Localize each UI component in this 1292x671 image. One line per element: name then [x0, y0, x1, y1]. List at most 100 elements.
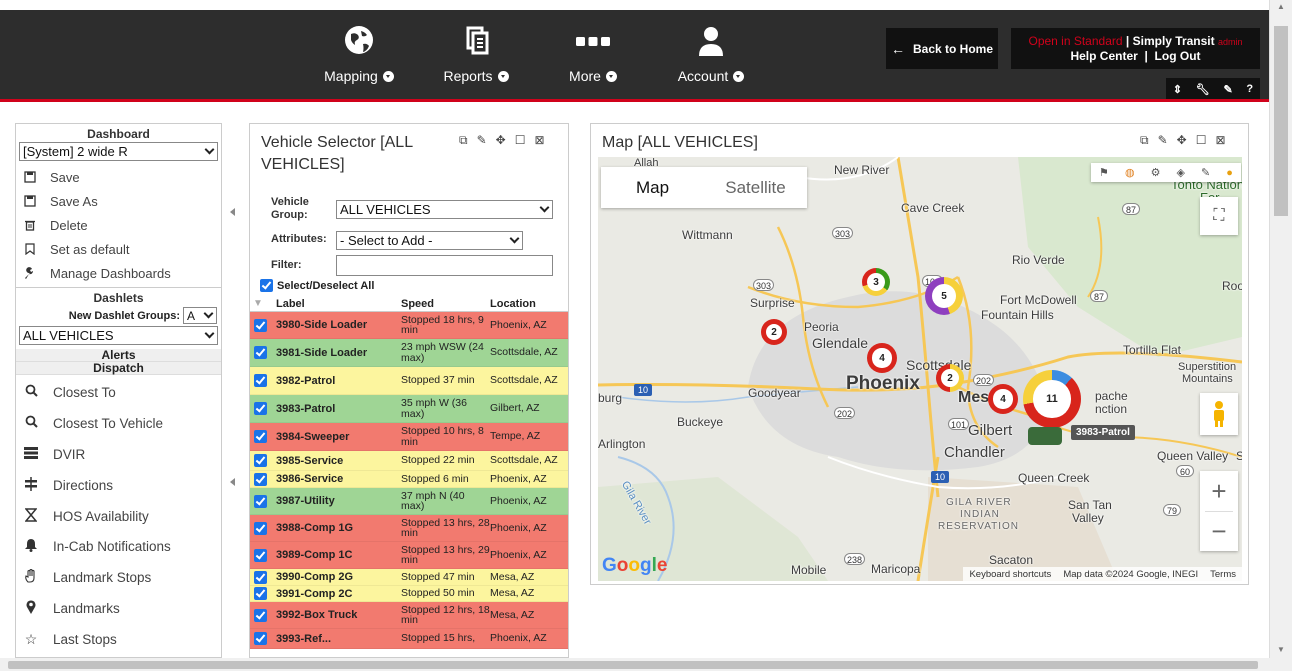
flag-icon[interactable]: ⚑	[1099, 166, 1109, 179]
dashlet-directions[interactable]: Directions	[16, 470, 221, 501]
column-speed[interactable]: Speed	[401, 298, 490, 310]
dashlet-landmark-stops[interactable]: Landmark Stops	[16, 562, 221, 593]
dashlet-dvir[interactable]: DVIR	[16, 439, 221, 470]
logout-link[interactable]: Log Out	[1155, 49, 1201, 63]
row-checkbox[interactable]	[254, 402, 267, 415]
help-center-link[interactable]: Help Center	[1070, 49, 1137, 63]
scroll-down-icon[interactable]: ▼	[1277, 645, 1285, 654]
dashlet-hos-availability[interactable]: HOS Availability	[16, 501, 221, 532]
row-checkbox-cell[interactable]	[250, 346, 276, 359]
row-checkbox[interactable]	[254, 346, 267, 359]
move-icon[interactable]: ✥	[1177, 133, 1187, 148]
map-type-satellite-button[interactable]: Satellite	[704, 167, 807, 208]
table-row[interactable]: 3991-Comp 2C Stopped 50 min Mesa, AZ	[250, 586, 568, 602]
filter-input[interactable]	[336, 255, 553, 276]
row-checkbox-cell[interactable]	[250, 632, 276, 645]
row-checkbox[interactable]	[254, 374, 267, 387]
table-row[interactable]: 3990-Comp 2G Stopped 47 min Mesa, AZ	[250, 569, 568, 586]
save-as-button[interactable]: Save As	[16, 189, 221, 213]
row-checkbox-cell[interactable]	[250, 570, 276, 584]
table-row[interactable]: 3986-Service Stopped 6 min Phoenix, AZ	[250, 471, 568, 488]
select-all-checkbox[interactable]	[260, 279, 273, 292]
zoom-in-button[interactable]: +	[1211, 471, 1226, 511]
manage-dashboards-button[interactable]: Manage Dashboards	[16, 261, 221, 285]
row-checkbox-cell[interactable]	[250, 402, 276, 415]
sort-icon[interactable]: ⇕	[1173, 83, 1182, 96]
table-row[interactable]: 3983-Patrol 35 mph W (36 max) Gilbert, AZ	[250, 395, 568, 423]
vehicle-cluster[interactable]: 3	[862, 268, 890, 296]
dashlet-closest-to-vehicle[interactable]: Closest To Vehicle	[16, 408, 221, 439]
dashlet-landmarks[interactable]: Landmarks	[16, 593, 221, 624]
vehicles-select[interactable]: ALL VEHICLES	[19, 326, 218, 345]
save-button[interactable]: Save	[16, 165, 221, 189]
fullscreen-button[interactable]: ⛶	[1200, 197, 1238, 235]
scroll-up-icon[interactable]: ▲	[1277, 2, 1285, 11]
delete-button[interactable]: Delete	[16, 213, 221, 237]
row-checkbox[interactable]	[254, 521, 267, 535]
dashlet-last-stops[interactable]: ☆ Last Stops	[16, 624, 221, 655]
donut-icon[interactable]: ◍	[1125, 166, 1135, 179]
vehicle-group-select[interactable]: ALL VEHICLES	[336, 200, 553, 219]
wrench-icon[interactable]: 🔧︎	[1196, 83, 1210, 96]
row-checkbox[interactable]	[254, 608, 267, 622]
close-icon[interactable]: ⊠	[1215, 133, 1225, 148]
target-icon[interactable]: ◈	[1177, 166, 1185, 179]
table-row[interactable]: 3982-Patrol Stopped 37 min Scottsdale, AZ	[250, 367, 568, 395]
pencil-icon[interactable]: ✎	[1223, 83, 1232, 96]
select-all-row[interactable]: Select/Deselect All	[260, 279, 374, 292]
row-checkbox-cell[interactable]	[250, 608, 276, 622]
table-row[interactable]: 3987-Utility 37 mph N (40 max) Phoenix, AZ	[250, 488, 568, 515]
row-checkbox[interactable]	[254, 632, 267, 645]
row-checkbox[interactable]	[254, 318, 267, 332]
vehicle-cluster[interactable]: 4	[867, 343, 897, 373]
row-checkbox[interactable]	[254, 454, 267, 467]
row-checkbox[interactable]	[254, 570, 267, 584]
filter-icon[interactable]: ▼	[250, 298, 276, 309]
column-location[interactable]: Location	[490, 298, 564, 310]
table-row[interactable]: 3992-Box Truck Stopped 12 hrs, 18 min Mesa…	[250, 602, 568, 629]
maximize-icon[interactable]: ☐	[515, 133, 526, 148]
row-checkbox[interactable]	[254, 587, 267, 600]
map-type-map-button[interactable]: Map	[601, 167, 704, 208]
row-checkbox[interactable]	[254, 494, 267, 508]
set-default-button[interactable]: Set as default	[16, 237, 221, 261]
table-row[interactable]: 3988-Comp 1G Stopped 13 hrs, 28 min Phoeni…	[250, 515, 568, 542]
table-row[interactable]: 3981-Side Loader 23 mph WSW (24 max) Scott…	[250, 339, 568, 367]
row-checkbox-cell[interactable]	[250, 548, 276, 562]
zoom-out-button[interactable]: −	[1211, 512, 1226, 551]
move-icon[interactable]: ✥	[496, 133, 506, 148]
copy-icon[interactable]: ⧉	[459, 133, 468, 148]
row-checkbox[interactable]	[254, 548, 267, 562]
dashlet-closest-to[interactable]: Closest To	[16, 377, 221, 408]
vertical-scrollbar[interactable]: ▲ ▼	[1269, 0, 1292, 658]
scrollbar-thumb[interactable]	[1274, 26, 1288, 216]
collapse-left-arrow[interactable]	[230, 208, 235, 216]
nav-reports[interactable]: Reports	[434, 10, 518, 99]
pencil-icon[interactable]: ✎	[1201, 166, 1210, 179]
horizontal-scrollbar[interactable]	[0, 658, 1292, 671]
table-row[interactable]: 3984-Sweeper Stopped 10 hrs, 8 min Tempe, …	[250, 423, 568, 451]
pin-icon[interactable]: ●	[1226, 167, 1233, 179]
maximize-icon[interactable]: ☐	[1196, 133, 1207, 148]
pencil-icon[interactable]: ✎	[1158, 133, 1168, 148]
dashlet-in-cab-notifications[interactable]: In-Cab Notifications	[16, 531, 221, 562]
row-checkbox-cell[interactable]	[250, 472, 276, 486]
dashboard-select[interactable]: [System] 2 wide R	[19, 142, 218, 161]
table-row[interactable]: 3993-Ref... Stopped 15 hrs, Phoenix, AZ	[250, 629, 568, 649]
open-in-standard-link[interactable]: Open in Standard	[1028, 34, 1122, 48]
vehicle-cluster[interactable]: 4	[988, 384, 1018, 414]
vehicle-cluster[interactable]: 2	[761, 319, 787, 345]
row-checkbox-cell[interactable]	[250, 374, 276, 387]
dispatch-group[interactable]: Dispatch	[16, 362, 221, 375]
row-checkbox[interactable]	[254, 430, 267, 443]
attributes-select[interactable]: - Select to Add -	[336, 231, 523, 250]
help-icon[interactable]: ?	[1246, 83, 1253, 95]
row-checkbox[interactable]	[254, 472, 267, 486]
row-checkbox-cell[interactable]	[250, 587, 276, 600]
pegman-button[interactable]	[1200, 393, 1238, 435]
pencil-icon[interactable]: ✎	[477, 133, 487, 148]
nav-account[interactable]: Account	[670, 10, 752, 99]
row-checkbox-cell[interactable]	[250, 318, 276, 332]
collapse-left-arrow[interactable]	[230, 478, 235, 486]
table-row[interactable]: 3980-Side Loader Stopped 18 hrs, 9 min Pho…	[250, 312, 568, 339]
